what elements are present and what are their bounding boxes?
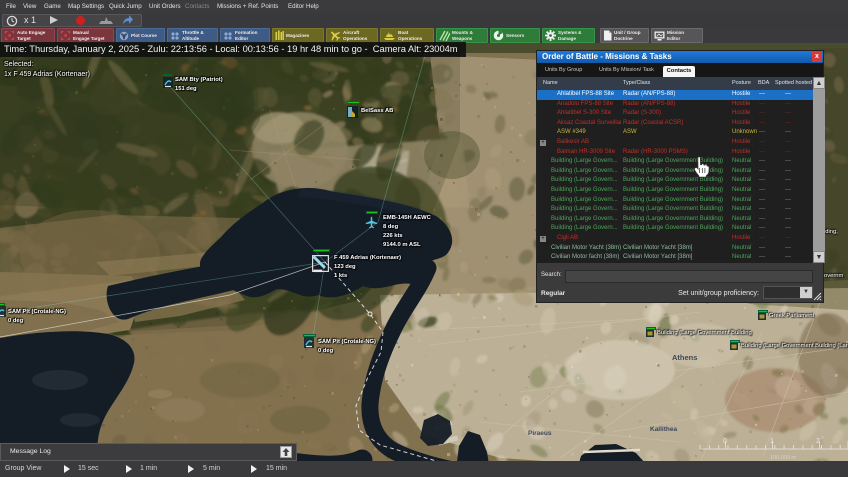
svg-text:1: 1: [770, 438, 774, 445]
svg-text:0: 0: [723, 438, 727, 445]
svg-text:2: 2: [816, 438, 820, 445]
